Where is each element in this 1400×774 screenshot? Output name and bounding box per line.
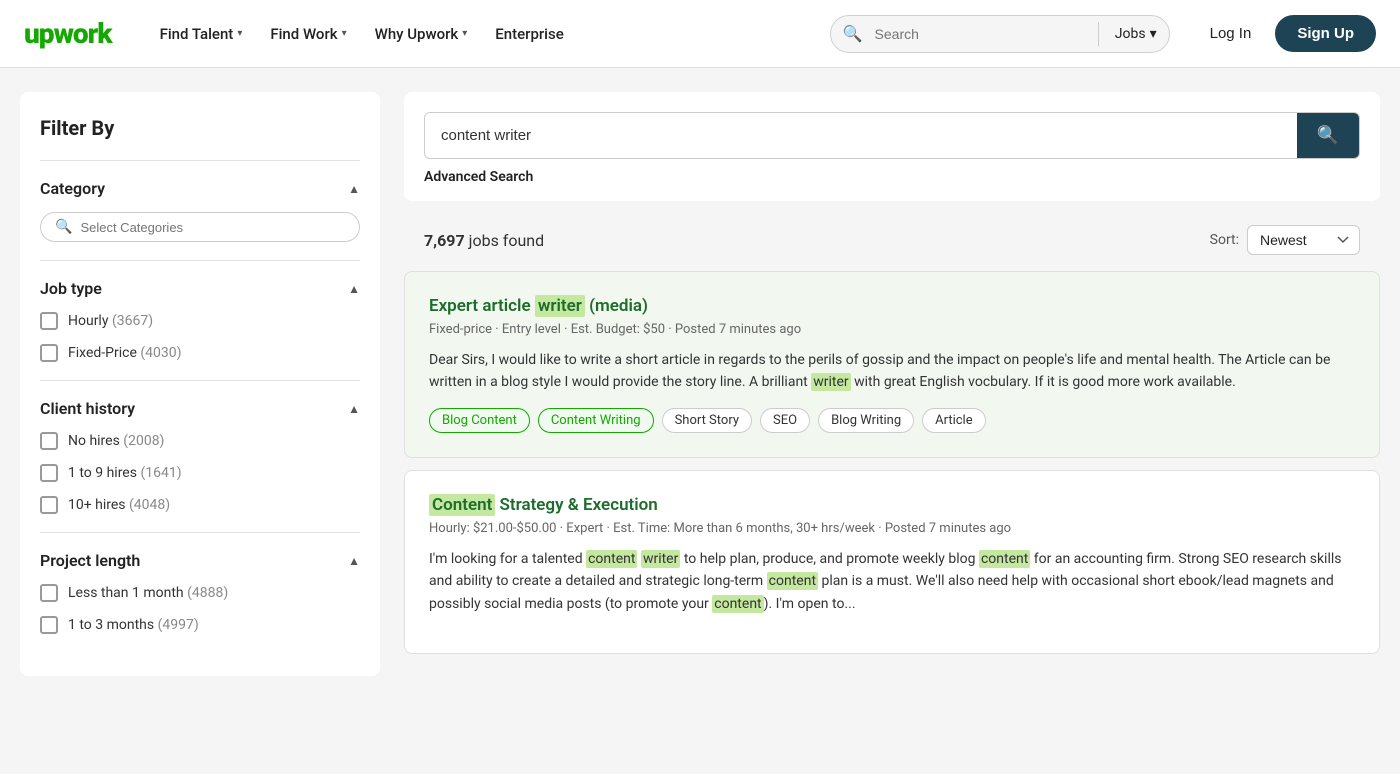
sort-label: Sort: (1210, 232, 1239, 248)
tag[interactable]: Blog Writing (818, 408, 914, 433)
highlighted-keyword: content (767, 572, 818, 590)
no-hires-checkbox[interactable] (40, 432, 58, 450)
highlighted-keyword: writer (641, 550, 680, 568)
nav-find-work[interactable]: Find Work ▾ (258, 17, 358, 51)
client-history-no-hires[interactable]: No hires (2008) (40, 432, 360, 450)
project-length-label: Project length (40, 551, 140, 570)
tag[interactable]: Article (922, 408, 985, 433)
category-search-bar: 🔍 (40, 212, 360, 242)
upwork-logo[interactable]: upwork (24, 17, 112, 50)
client-history-header[interactable]: Client history ▲ (40, 399, 360, 418)
nav-links: Find Talent ▾ Find Work ▾ Why Upwork ▾ E… (148, 17, 810, 51)
highlighted-keyword: content (586, 550, 637, 568)
job-meta: Fixed-price · Entry level · Est. Budget:… (429, 322, 1355, 337)
sort-row: Sort: Newest Relevance (1210, 225, 1360, 255)
tag[interactable]: Blog Content (429, 408, 530, 433)
chevron-up-icon: ▲ (348, 554, 360, 568)
job-title[interactable]: Expert article writer (media) (429, 296, 1355, 316)
highlighted-keyword: writer (535, 295, 585, 317)
job-description: I'm looking for a talented content write… (429, 548, 1355, 615)
filter-by-title: Filter By (40, 116, 360, 140)
main-search-input[interactable] (425, 113, 1297, 158)
category-section: Category ▲ 🔍 (40, 160, 360, 260)
project-length-1-3months[interactable]: 1 to 3 months (4997) (40, 616, 360, 634)
nav-enterprise[interactable]: Enterprise (483, 17, 575, 51)
hourly-checkbox[interactable] (40, 312, 58, 330)
client-history-section: Client history ▲ No hires (2008) 1 to 9 … (40, 380, 360, 532)
10plus-hires-label: 10+ hires (4048) (68, 497, 170, 513)
job-type-section: Job type ▲ Hourly (3667) Fixed-Price (40… (40, 260, 360, 380)
job-type-header[interactable]: Job type ▲ (40, 279, 360, 298)
1-9-hires-label: 1 to 9 hires (1641) (68, 465, 182, 481)
search-icon: 🔍 (831, 24, 875, 43)
less-1month-checkbox[interactable] (40, 584, 58, 602)
chevron-up-icon: ▲ (348, 402, 360, 416)
job-meta: Hourly: $21.00-$50.00 · Expert · Est. Ti… (429, 521, 1355, 536)
highlighted-keyword: content (979, 550, 1030, 568)
sort-select[interactable]: Newest Relevance (1247, 225, 1360, 255)
main-layout: Filter By Category ▲ 🔍 Job type ▲ Hourly… (0, 68, 1400, 700)
nav-find-talent[interactable]: Find Talent ▾ (148, 17, 255, 51)
job-type-fixed-price[interactable]: Fixed-Price (4030) (40, 344, 360, 362)
job-tags: Blog Content Content Writing Short Story… (429, 408, 1355, 433)
highlighted-keyword: content (712, 595, 763, 613)
job-description: Dear Sirs, I would like to write a short… (429, 349, 1355, 394)
client-history-10plus[interactable]: 10+ hires (4048) (40, 496, 360, 514)
sidebar: Filter By Category ▲ 🔍 Job type ▲ Hourly… (20, 92, 380, 676)
category-label: Category (40, 179, 105, 198)
chevron-down-icon: ▾ (342, 28, 347, 39)
chevron-up-icon: ▲ (348, 282, 360, 296)
tag[interactable]: SEO (760, 408, 810, 433)
tag[interactable]: Content Writing (538, 408, 654, 433)
tag[interactable]: Short Story (662, 408, 752, 433)
job-card: Expert article writer (media) Fixed-pric… (404, 271, 1380, 458)
project-length-section: Project length ▲ Less than 1 month (4888… (40, 532, 360, 652)
search-divider (1098, 22, 1099, 46)
project-length-1month[interactable]: Less than 1 month (4888) (40, 584, 360, 602)
search-type-dropdown[interactable]: Jobs ▾ (1103, 18, 1169, 50)
job-title[interactable]: Content Strategy & Execution (429, 495, 1355, 515)
nav-why-upwork[interactable]: Why Upwork ▾ (363, 17, 480, 51)
client-history-1-9[interactable]: 1 to 9 hires (1641) (40, 464, 360, 482)
login-button[interactable]: Log In (1198, 17, 1264, 50)
less-1month-label: Less than 1 month (4888) (68, 585, 228, 601)
job-card: Content Strategy & Execution Hourly: $21… (404, 470, 1380, 654)
signup-button[interactable]: Sign Up (1275, 15, 1376, 52)
search-icon: 🔍 (55, 219, 72, 235)
content-area: 🔍 Advanced Search 7,697 jobs found Sort:… (404, 92, 1380, 676)
chevron-down-icon: ▾ (1150, 26, 1157, 42)
1-3months-checkbox[interactable] (40, 616, 58, 634)
highlighted-keyword: writer (811, 373, 850, 391)
results-header: 7,697 jobs found Sort: Newest Relevance (404, 217, 1380, 271)
hourly-label: Hourly (3667) (68, 313, 153, 329)
job-type-hourly[interactable]: Hourly (3667) (40, 312, 360, 330)
chevron-down-icon: ▾ (462, 28, 467, 39)
nav-actions: Log In Sign Up (1198, 15, 1376, 52)
nav-search-input[interactable] (875, 16, 1094, 52)
results-count: 7,697 jobs found (424, 231, 544, 250)
fixed-price-label: Fixed-Price (4030) (68, 345, 182, 361)
nav-search-bar: 🔍 Jobs ▾ (830, 15, 1170, 53)
fixed-price-checkbox[interactable] (40, 344, 58, 362)
advanced-search-link[interactable]: Advanced Search (424, 169, 1360, 185)
main-search-button[interactable]: 🔍 (1297, 113, 1359, 158)
category-search-input[interactable] (80, 220, 345, 235)
highlighted-keyword: Content (429, 494, 495, 516)
job-type-label: Job type (40, 279, 102, 298)
1-9-hires-checkbox[interactable] (40, 464, 58, 482)
project-length-header[interactable]: Project length ▲ (40, 551, 360, 570)
chevron-up-icon: ▲ (348, 182, 360, 196)
no-hires-label: No hires (2008) (68, 433, 164, 449)
10plus-hires-checkbox[interactable] (40, 496, 58, 514)
search-icon: 🔍 (1317, 125, 1339, 146)
chevron-down-icon: ▾ (237, 28, 242, 39)
search-bar-section: 🔍 Advanced Search (404, 92, 1380, 201)
client-history-label: Client history (40, 399, 135, 418)
navbar: upwork Find Talent ▾ Find Work ▾ Why Upw… (0, 0, 1400, 68)
category-header[interactable]: Category ▲ (40, 179, 360, 198)
main-search-bar: 🔍 (424, 112, 1360, 159)
1-3months-label: 1 to 3 months (4997) (68, 617, 199, 633)
